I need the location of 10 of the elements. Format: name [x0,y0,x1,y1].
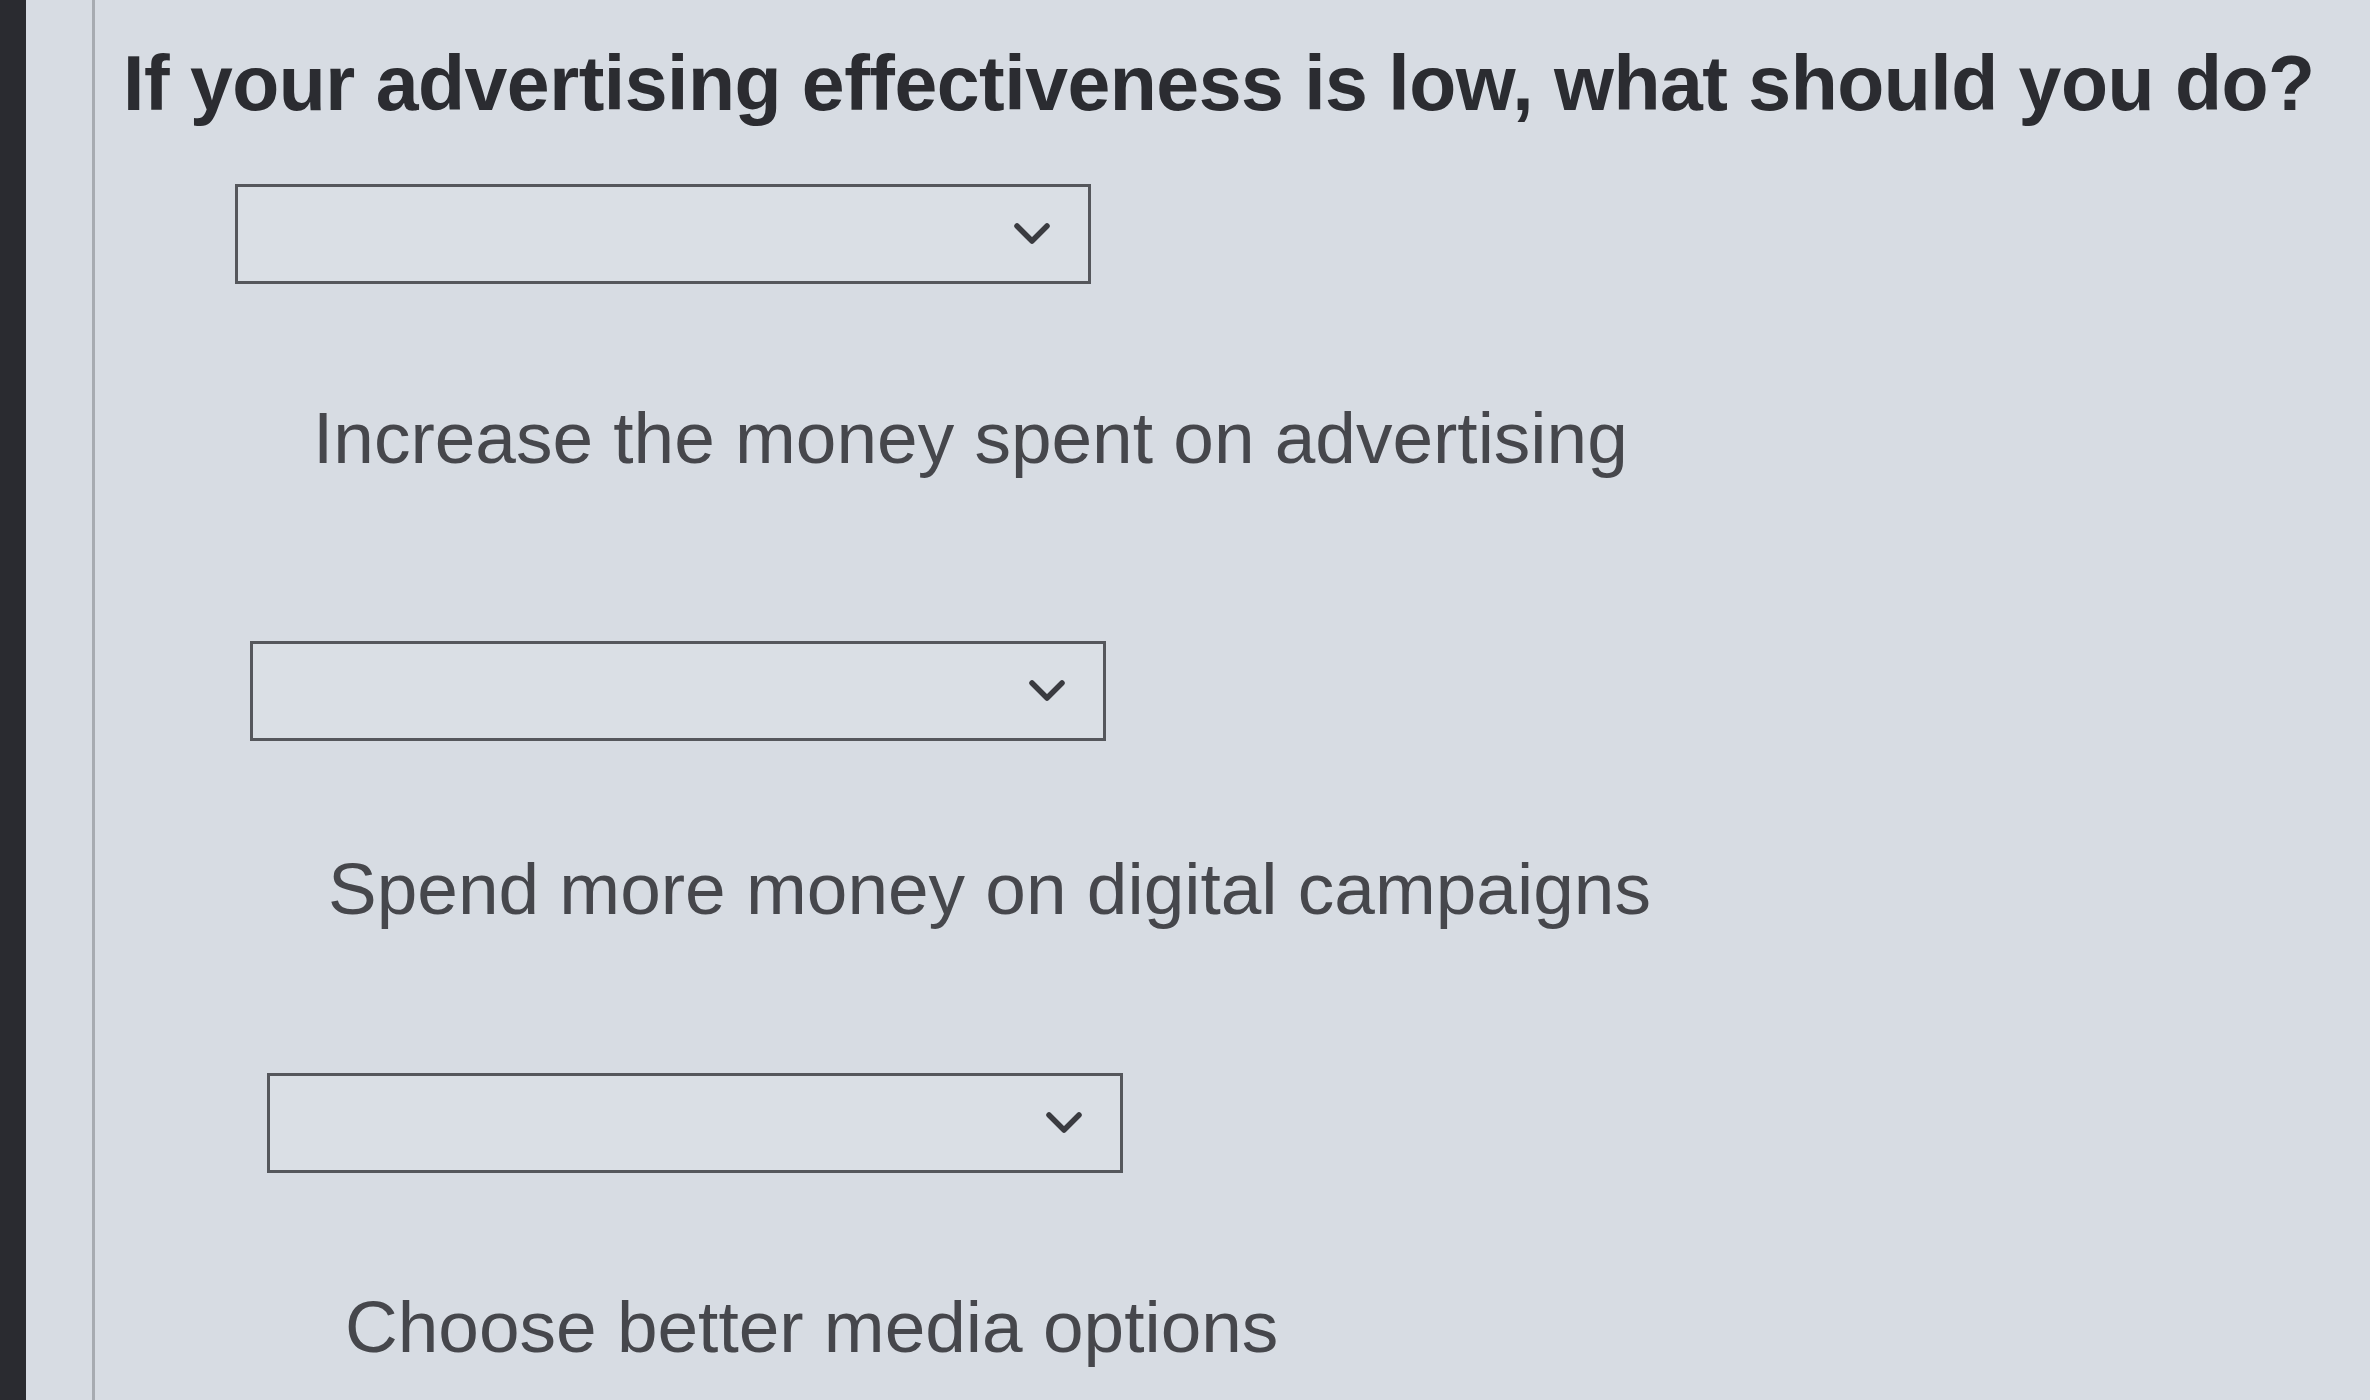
chevron-down-icon [1029,680,1065,702]
statement-text: Choose better media options [345,1284,1279,1369]
statement-text: Spend more money on digital campaigns [328,847,1651,931]
chevron-down-icon [1046,1111,1082,1134]
answer-dropdown[interactable] [267,1072,1123,1173]
chevron-down-icon [1014,223,1050,246]
statement-text: Increase the money spent on advertising [313,396,1628,481]
answer-dropdown[interactable] [235,184,1091,285]
answer-dropdown[interactable] [250,641,1106,741]
question-heading: If your advertising effectiveness is low, what should you do? [123,39,2316,128]
